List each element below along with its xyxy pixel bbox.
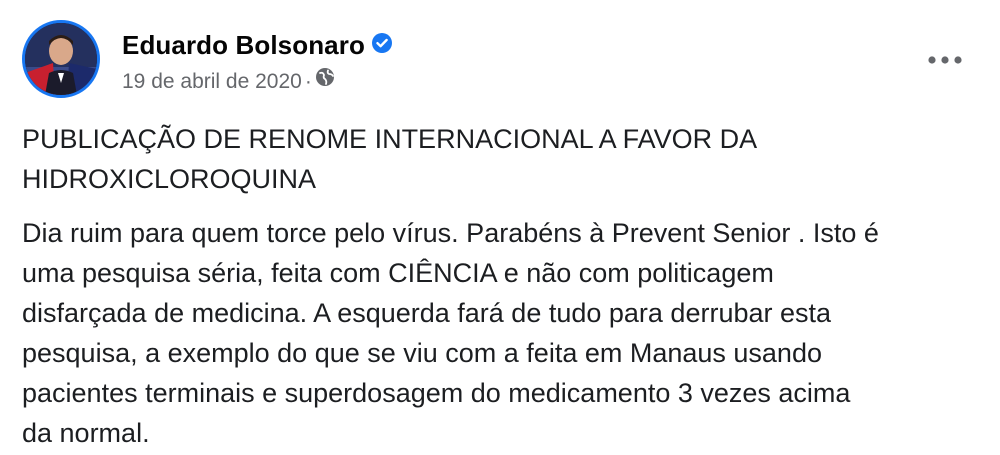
body-line: uma pesquisa séria, feita com CIÊNCIA e … xyxy=(22,258,774,288)
globe-icon[interactable] xyxy=(315,67,335,93)
more-options-icon xyxy=(928,56,962,64)
headline-line: PUBLICAÇÃO DE RENOME INTERNACIONAL A FAV… xyxy=(22,124,758,154)
body-line: pacientes terminais e superdosagem do me… xyxy=(22,378,851,408)
author-name[interactable]: Eduardo Bolsonaro xyxy=(122,30,393,61)
avatar-photo xyxy=(25,23,97,95)
meta-separator: · xyxy=(304,70,312,93)
body-line: pesquisa, a exemplo do que se viu com a … xyxy=(22,338,822,368)
body-line: Dia ruim para quem torce pelo vírus. Par… xyxy=(22,218,879,248)
body-line: disfarçada de medicina. A esquerda fará … xyxy=(22,298,832,328)
facebook-post: Eduardo Bolsonaro 19 de abril de 2020 · P… xyxy=(0,0,1000,455)
post-header: Eduardo Bolsonaro 19 de abril de 2020 · xyxy=(22,20,982,100)
post-date[interactable]: 19 de abril de 2020 xyxy=(122,70,302,93)
post-body: Dia ruim para quem torce pelo vírus. Par… xyxy=(22,213,977,453)
more-options-button[interactable] xyxy=(920,42,970,78)
verified-badge-icon xyxy=(371,30,393,61)
headline-line: HIDROXICLOROQUINA xyxy=(22,164,317,194)
post-headline: PUBLICAÇÃO DE RENOME INTERNACIONAL A FAV… xyxy=(22,119,972,199)
post-meta: 19 de abril de 2020 · xyxy=(122,67,335,94)
body-line: da normal. xyxy=(22,418,150,448)
author-name-text[interactable]: Eduardo Bolsonaro xyxy=(122,30,365,60)
author-avatar[interactable] xyxy=(22,20,100,98)
